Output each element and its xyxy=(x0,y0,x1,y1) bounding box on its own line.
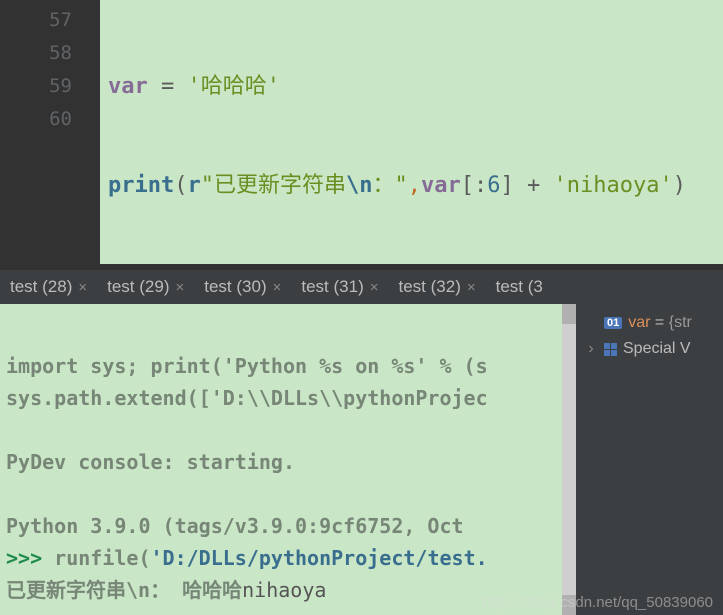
token-operator: = xyxy=(148,74,188,99)
console-line: PyDev console: starting. xyxy=(6,450,295,474)
tab-test-30[interactable]: test (30) × xyxy=(194,270,291,304)
token-number: 6 xyxy=(487,173,500,198)
tab-test-28[interactable]: test (28) × xyxy=(0,270,97,304)
console-string: 'D:/DLLs/pythonProject/test. xyxy=(151,546,488,570)
lower-pane: import sys; print('Python %s on %s' % (s… xyxy=(0,304,723,615)
line-number: 60 xyxy=(0,103,72,136)
console-output: ： 哈哈哈 xyxy=(150,578,242,602)
tab-label: test (3 xyxy=(496,277,543,297)
group-icon xyxy=(604,343,617,356)
token-string: 哈哈哈 xyxy=(201,74,267,99)
tab-label: test (32) xyxy=(399,277,461,297)
token-bracket: [ xyxy=(461,173,474,198)
line-number: 58 xyxy=(0,37,72,70)
code-editor[interactable]: var = '哈哈哈' print(r"已更新字符串\n：",var[:6] +… xyxy=(100,0,723,264)
token-escape: \n xyxy=(346,173,373,198)
token-quote: ' xyxy=(267,74,280,99)
token-quote: ' xyxy=(659,173,672,198)
console-line: Python 3.9.0 (tags/v3.9.0:9cf6752, Oct xyxy=(6,514,464,538)
token-string: ： xyxy=(373,173,395,198)
variable-type: {str xyxy=(669,314,692,331)
line-number: 59 xyxy=(0,70,72,103)
tab-label: test (29) xyxy=(107,277,169,297)
type-badge-icon: 01 xyxy=(604,317,622,329)
console-prompt: >>> xyxy=(6,546,54,570)
token-bracket: ] xyxy=(501,173,514,198)
console-call: runfile( xyxy=(54,546,150,570)
close-icon[interactable]: × xyxy=(175,279,184,296)
token-comma: , xyxy=(408,173,421,198)
console-output: 已更新字符串 xyxy=(6,578,126,602)
variable-name: var xyxy=(628,314,650,331)
token-string: nihaoya xyxy=(567,173,660,198)
token-quote: " xyxy=(395,173,408,198)
code-line-58[interactable]: print(r"已更新字符串\n：",var[:6] + 'nihaoya') xyxy=(108,169,723,202)
equals-sign: = xyxy=(650,314,668,331)
token-quote: ' xyxy=(188,74,201,99)
token-variable: var xyxy=(108,74,148,99)
token-quote: " xyxy=(201,173,214,198)
tab-label: test (31) xyxy=(301,277,363,297)
token-paren: ( xyxy=(174,173,187,198)
console-output: nihaoya xyxy=(242,578,326,602)
token-builtin: print xyxy=(108,173,174,198)
close-icon[interactable]: × xyxy=(273,279,282,296)
token-colon: : xyxy=(474,173,487,198)
console-line: sys.path.extend(['D:\\DLLs\\pythonProjec xyxy=(6,386,488,410)
tab-test-31[interactable]: test (31) × xyxy=(291,270,388,304)
watermark-text: https://blog.csdn.net/qq_50839060 xyxy=(483,594,713,611)
variable-row-var[interactable]: 01 var = {str xyxy=(576,310,723,336)
console-tab-bar: test (28) × test (29) × test (30) × test… xyxy=(0,270,723,304)
line-gutter: 57 58 59 60 xyxy=(0,0,100,264)
token-string-prefix: r xyxy=(187,173,200,198)
token-quote: ' xyxy=(554,173,567,198)
token-string: 已更新字符串 xyxy=(214,173,346,198)
tab-test-partial[interactable]: test (3 xyxy=(486,270,553,304)
console-output: \n xyxy=(126,578,150,602)
console-line: import sys; print('Python %s on %s' % (s xyxy=(6,354,488,378)
token-paren: ) xyxy=(673,173,686,198)
variable-row-special[interactable]: › Special V xyxy=(576,336,723,362)
token-operator: + xyxy=(514,173,554,198)
token-variable: var xyxy=(421,173,461,198)
python-console[interactable]: import sys; print('Python %s on %s' % (s… xyxy=(0,304,576,615)
tab-test-29[interactable]: test (29) × xyxy=(97,270,194,304)
close-icon[interactable]: × xyxy=(78,279,87,296)
scrollbar-button-up[interactable] xyxy=(562,304,576,324)
close-icon[interactable]: × xyxy=(467,279,476,296)
code-line-57[interactable]: var = '哈哈哈' xyxy=(108,70,723,103)
line-number: 57 xyxy=(0,4,72,37)
close-icon[interactable]: × xyxy=(370,279,379,296)
tab-test-32[interactable]: test (32) × xyxy=(389,270,486,304)
tab-label: test (30) xyxy=(204,277,266,297)
console-scrollbar[interactable] xyxy=(562,304,576,615)
variables-panel: 01 var = {str › Special V xyxy=(576,304,723,615)
tab-label: test (28) xyxy=(10,277,72,297)
chevron-right-icon[interactable]: › xyxy=(584,340,598,358)
editor-area: 57 58 59 60 var = '哈哈哈' print(r"已更新字符串\n… xyxy=(0,0,723,264)
variable-group-label: Special V xyxy=(623,340,691,358)
